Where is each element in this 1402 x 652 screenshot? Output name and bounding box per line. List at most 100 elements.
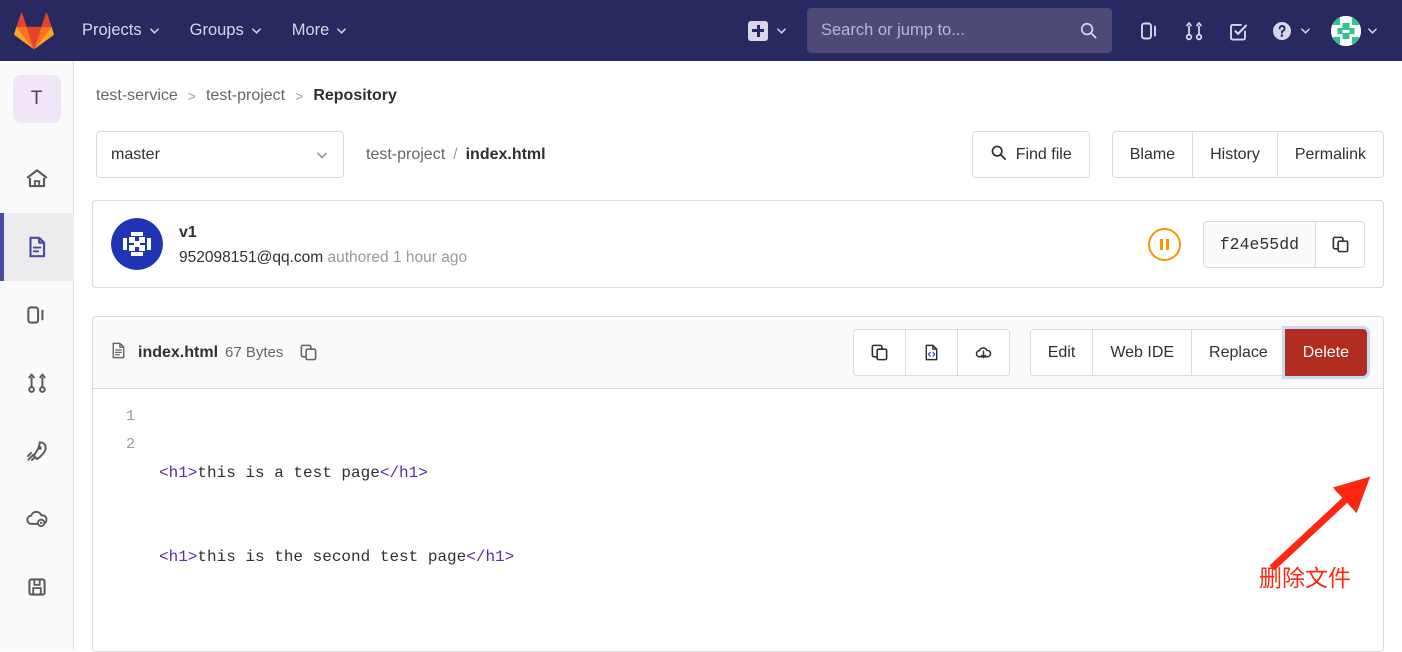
commit-info: v1 952098151@qq.com authored 1 hour ago [179,221,467,267]
todos-icon [1230,23,1248,41]
issues-icon [1141,22,1156,39]
pipeline-pending-icon[interactable] [1147,227,1181,261]
document-icon [28,236,45,258]
file-path-directory[interactable]: test-project [366,146,445,164]
project-avatar-label: T [30,88,43,109]
permalink-button[interactable]: Permalink [1276,131,1384,178]
file-action-buttons: Edit Web IDE Replace Delete [1029,326,1371,379]
code-open-tag: <h1> [159,464,198,482]
chevron-down-icon [251,25,262,36]
code-open-tag: <h1> [159,548,198,566]
sidebar-item-operations[interactable] [0,485,74,553]
breadcrumb: test-service > test-project > Repository [92,61,1384,131]
copy-contents-button[interactable] [852,329,906,376]
help-icon [1273,21,1291,40]
search-input[interactable]: Search or jump to... [807,8,1112,53]
file-header: index.html 67 Bytes Edit Web IDE Replace… [93,317,1383,389]
navbar-help-button[interactable] [1270,19,1311,43]
file-actions: Edit Web IDE Replace Delete [852,326,1371,379]
file-toolbar-actions: Find file Blame History Permalink [971,131,1384,178]
page-layout: T test-service > test-project > Reposito… [0,61,1402,652]
navbar-issues-button[interactable] [1138,19,1162,43]
file-icon-buttons [852,329,1010,376]
sidebar-item-issues[interactable] [0,281,74,349]
delete-button[interactable]: Delete [1281,326,1371,379]
plus-square-icon [748,20,768,41]
download-button[interactable] [956,329,1010,376]
copy-sha-button[interactable] [1315,220,1365,268]
chevron-down-icon [149,25,160,36]
edit-button[interactable]: Edit [1029,329,1094,376]
find-file-button[interactable]: Find file [971,131,1090,178]
web-ide-button[interactable]: Web IDE [1092,329,1193,376]
code-text: this is the second test page [197,548,467,566]
search-icon [1079,21,1098,40]
nav-link-groups[interactable]: Groups [190,21,262,40]
file-path-filename[interactable]: index.html [466,146,546,164]
breadcrumb-project[interactable]: test-project [206,87,285,105]
sidebar-item-repository[interactable] [0,213,74,281]
code-lines[interactable]: <h1>this is a test page</h1> <h1>this is… [149,403,514,627]
sidebar-item-cicd[interactable] [0,417,74,485]
gitlab-logo-icon[interactable] [14,12,54,50]
nav-link-more-label: More [291,21,330,39]
replace-button[interactable]: Replace [1191,329,1286,376]
nav-link-more[interactable]: More [292,21,348,40]
commit-meta: 952098151@qq.com authored 1 hour ago [179,249,467,267]
code-line: <h1>this is the second test page</h1> [159,543,514,571]
blame-button[interactable]: Blame [1111,131,1194,178]
line-numbers: 1 2 [93,403,149,627]
line-number[interactable]: 2 [93,431,135,459]
rocket-icon [26,441,47,462]
commit-author[interactable]: 952098151@qq.com [179,249,323,266]
left-sidebar: T [0,61,74,649]
breadcrumb-section[interactable]: Repository [313,87,397,105]
issues-icon [26,306,43,324]
breadcrumb-separator: > [295,88,304,104]
breadcrumb-group[interactable]: test-service [96,87,178,105]
code-line: <h1>this is a test page</h1> [159,459,514,487]
navbar-merge-requests-button[interactable] [1182,19,1206,43]
project-avatar[interactable]: T [12,75,61,123]
nav-link-projects[interactable]: Projects [82,21,160,40]
chevron-down-icon [1300,25,1311,36]
file-name[interactable]: index.html [138,344,218,362]
file-content: 1 2 <h1>this is a test page</h1> <h1>thi… [93,389,1383,651]
user-menu-button[interactable] [1331,15,1378,46]
main-content: test-service > test-project > Repository… [74,61,1402,652]
code-close-tag: </h1> [379,464,428,482]
chevron-down-icon [336,25,347,36]
sidebar-item-merge-requests[interactable] [0,349,74,417]
chevron-down-icon [776,25,787,36]
create-new-button[interactable] [748,20,787,41]
open-raw-button[interactable] [904,329,958,376]
code-close-tag: </h1> [466,548,515,566]
avatar [1331,15,1361,46]
home-icon [26,169,47,188]
navbar-links: Projects Groups More [82,21,347,40]
commit-sha[interactable]: f24e55dd [1202,220,1315,268]
chevron-down-icon [1367,25,1378,36]
branch-selector[interactable]: master [96,131,344,178]
commit-author-avatar[interactable] [111,218,163,270]
file-card: index.html 67 Bytes Edit Web IDE Replace… [92,316,1384,652]
sidebar-item-packages[interactable] [0,553,74,621]
navbar-todos-button[interactable] [1226,19,1250,43]
annotation-label: 删除文件 [1259,566,1351,592]
copy-file-path-button[interactable] [299,343,318,362]
commit-title[interactable]: v1 [179,221,467,245]
commit-time-ago[interactable]: 1 hour ago [393,249,467,266]
file-size: 67 Bytes [225,344,284,361]
file-path: test-project / index.html [366,146,546,164]
nav-link-projects-label: Projects [82,21,142,39]
sidebar-item-project-overview[interactable] [0,145,74,213]
commit-authored-text: authored [327,249,389,266]
line-number[interactable]: 1 [93,403,135,431]
commit-sha-group: f24e55dd [1202,220,1365,268]
commit-card: v1 952098151@qq.com authored 1 hour ago … [92,200,1384,288]
file-path-separator: / [453,145,458,163]
breadcrumb-separator: > [187,88,196,104]
code-file-icon [925,344,938,361]
repo-nav-buttons: Blame History Permalink [1111,131,1384,178]
history-button[interactable]: History [1192,131,1278,178]
